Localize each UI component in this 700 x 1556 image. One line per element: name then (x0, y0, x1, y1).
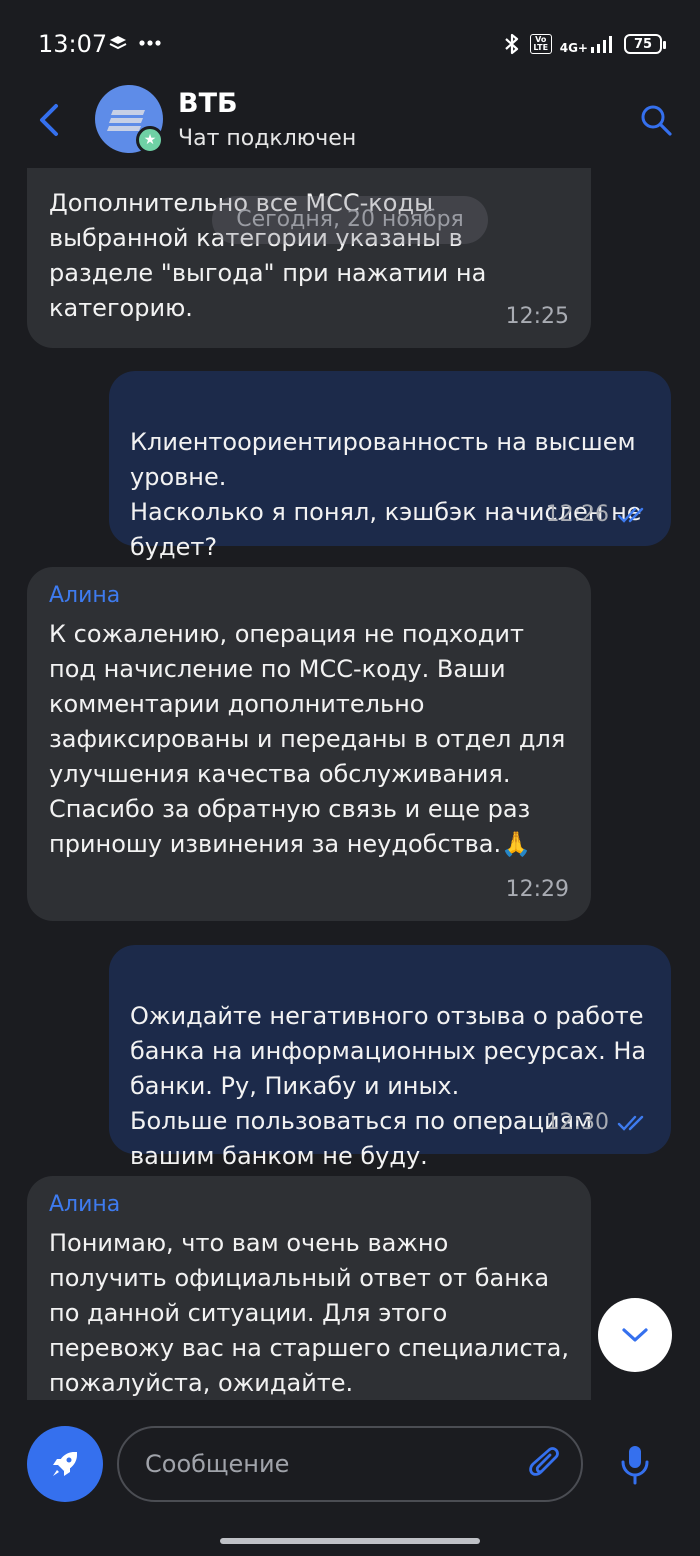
message-incoming[interactable]: Алина Понимаю, что вам очень важно получ… (27, 1176, 591, 1400)
message-text: Понимаю, что вам очень важно получить оф… (49, 1229, 569, 1397)
status-time: 13:07 (38, 30, 108, 58)
microphone-icon[interactable] (618, 1444, 652, 1486)
home-indicator[interactable] (220, 1538, 480, 1544)
message-input[interactable] (117, 1426, 583, 1502)
message-incoming[interactable]: Алина К сожалению, операция не подходит … (27, 567, 591, 921)
sender-name: Алина (49, 1192, 121, 1217)
message-time: 12:25 (505, 304, 569, 329)
chat-header: ★ ВТБ Чат подключен (0, 80, 700, 168)
message-text: Клиентоориентированность на высшем уровн… (130, 428, 642, 561)
composer (0, 1420, 700, 1520)
bluetooth-icon (504, 33, 518, 55)
message-text: К сожалению, операция не подходит под на… (49, 620, 566, 858)
message-list[interactable]: Дополнительно все МСС-коды выбранной кат… (0, 168, 700, 1400)
paperclip-icon[interactable] (525, 1444, 567, 1486)
quick-actions-button[interactable] (27, 1426, 103, 1502)
layers-icon (109, 36, 161, 50)
message-incoming[interactable]: Дополнительно все МСС-коды выбранной кат… (27, 168, 591, 348)
message-time: 12:26 (546, 497, 649, 532)
verified-badge-icon: ★ (136, 126, 164, 154)
chat-title: ВТБ (178, 88, 238, 119)
chevron-down-icon (622, 1328, 648, 1342)
message-time: 12:30 (546, 1105, 649, 1140)
volte-badge: Vo LTE (529, 34, 552, 54)
date-separator: Сегодня, 20 ноября (212, 196, 488, 244)
back-arrow-icon[interactable] (30, 100, 70, 140)
message-outgoing[interactable]: Ожидайте негативного отзыва о работе бан… (109, 945, 671, 1170)
status-left-icons (108, 34, 168, 58)
chat-status: Чат подключен (178, 126, 357, 151)
status-right: Vo LTE 4G+ 75 (502, 32, 666, 56)
battery-icon: 75 (624, 34, 666, 54)
signal-icon: 4G+ (560, 34, 616, 54)
message-text: Ожидайте негативного отзыва о работе бан… (130, 1002, 647, 1170)
sender-name: Алина (49, 583, 121, 608)
search-icon[interactable] (638, 102, 674, 138)
read-checkmarks-icon (617, 507, 644, 523)
status-bar: 13:07 Vo LTE 4G+ 75 (0, 0, 700, 90)
message-time: 12:29 (505, 877, 569, 902)
rocket-icon (53, 1452, 77, 1476)
message-outgoing[interactable]: Клиентоориентированность на высшем уровн… (109, 371, 671, 561)
read-checkmarks-icon (617, 1115, 644, 1131)
scroll-to-bottom-button[interactable] (598, 1298, 672, 1372)
